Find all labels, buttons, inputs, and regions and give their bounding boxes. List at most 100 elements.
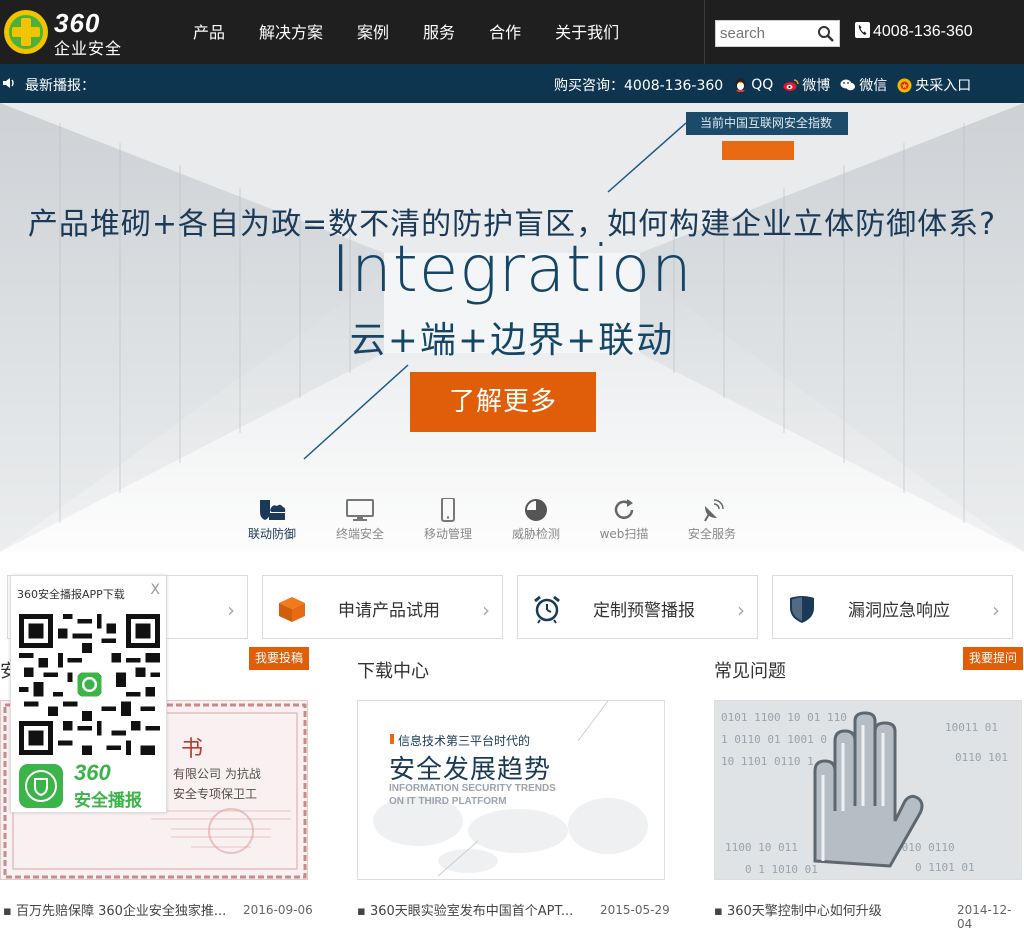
qq-link[interactable]: QQ	[733, 75, 773, 95]
satellite-icon	[704, 499, 724, 522]
card-custom-alert[interactable]: 定制预警播报 ›	[517, 575, 758, 639]
nav-item-services[interactable]: 服务	[406, 0, 472, 64]
thumbnail-title: 安全发展趋势	[389, 755, 552, 785]
weibo-link[interactable]: 微博	[783, 75, 830, 95]
svg-text:0 1101 01: 0 1101 01	[915, 861, 975, 874]
card-label: 定制预警播报	[593, 601, 695, 621]
hero-banner: 当前中国互联网安全指数 产品堆砌+各自为政=数不清的防护盲区，如何构建企业立体防…	[0, 103, 1024, 552]
app-shield-icon	[19, 764, 63, 808]
security-trends-thumbnail[interactable]: 信息技术第三平台时代的 安全发展趋势 INFORMATION SECURITY …	[357, 700, 665, 880]
main-nav: 产品 解决方案 案例 服务 合作 关于我们	[176, 0, 636, 64]
faq-heading: 常见问题	[714, 661, 786, 682]
card-label: 申请产品试用	[338, 601, 440, 621]
feature-label: 威胁检测	[511, 527, 560, 541]
chevron-right-icon: ›	[737, 598, 745, 622]
news-bar: 最新播报： 购买咨询：4008-136-360 QQ 微博 微信 央采入口	[0, 64, 1024, 103]
emblem-icon	[897, 78, 912, 92]
feature-security-service[interactable]: 安全服务	[677, 498, 747, 542]
chevron-right-icon: ›	[227, 598, 235, 622]
feature-mobile-management[interactable]: 移动管理	[413, 498, 483, 542]
nav-item-cases[interactable]: 案例	[340, 0, 406, 64]
news-item-date: 2016-09-06	[243, 903, 313, 917]
alarm-clock-icon	[534, 595, 560, 624]
central-purchase-label: 央采入口	[915, 78, 972, 94]
download-item-date: 2015-05-29	[600, 903, 670, 917]
monitor-icon	[346, 499, 374, 521]
thumbnail-kicker: 信息技术第三平台时代的	[398, 734, 531, 748]
top-phone: 4008-136-360	[855, 22, 973, 41]
certificate-line-2: 安全专项保卫工	[173, 787, 258, 801]
search-icon[interactable]	[816, 24, 836, 44]
weibo-icon	[783, 79, 799, 91]
feature-endpoint-security[interactable]: 终端安全	[325, 498, 395, 542]
faq-thumbnail[interactable]: 0101 1100 10 01 110 1 0110 01 1001 0 10 …	[714, 700, 1022, 880]
refresh-icon	[614, 499, 634, 519]
news-item-title: 百万先赔保障 360企业安全独家推...	[15, 904, 227, 919]
nav-item-products[interactable]: 产品	[176, 0, 242, 64]
search-box	[715, 20, 840, 47]
faq-item-link[interactable]: ▪ 360天擎控制中心如何升级	[714, 900, 882, 919]
app-banner: 360 安全播报	[18, 760, 163, 811]
thumbnail-english-1: INFORMATION SECURITY TRENDS	[389, 783, 556, 794]
feature-threat-detection[interactable]: 威胁检测	[501, 498, 571, 542]
nav-item-solutions[interactable]: 解决方案	[242, 0, 340, 64]
certificate-title: 书	[181, 737, 204, 762]
thumbnail-english-2: ON IT THIRD PLATFORM	[389, 796, 507, 807]
buy-consult[interactable]: 购买咨询：4008-136-360	[554, 75, 723, 95]
logo-text: 企业安全	[54, 39, 123, 58]
feature-linked-defense[interactable]: 联动防御	[237, 498, 307, 542]
download-item-link[interactable]: ▪ 360天眼实验室发布中国首个APT...	[357, 900, 573, 919]
shield-icon	[790, 596, 814, 623]
svg-text:0 1 1010 01: 0 1 1010 01	[745, 863, 818, 876]
certificate-line-1: 有限公司 为抗战	[173, 767, 261, 781]
card-vuln-response[interactable]: 漏洞应急响应 ›	[772, 575, 1013, 639]
feature-label: web扫描	[599, 527, 649, 541]
box-icon	[279, 597, 305, 622]
nav-divider	[704, 0, 705, 64]
close-button[interactable]: X	[150, 582, 160, 598]
nav-item-partners[interactable]: 合作	[472, 0, 538, 64]
svg-text:0110 101: 0110 101	[955, 751, 1008, 764]
app-name: 安全播报	[74, 791, 142, 811]
qq-penguin-icon	[735, 78, 746, 92]
nav-item-about[interactable]: 关于我们	[538, 0, 636, 64]
security-index-bar	[722, 141, 794, 160]
feature-web-scan[interactable]: web扫描	[589, 498, 659, 542]
download-center-heading: 下载中心	[357, 661, 429, 682]
faq-item-date: 2014-12-04	[957, 903, 1012, 931]
card-product-trial[interactable]: 申请产品试用 ›	[262, 575, 503, 639]
logo[interactable]: 360 企业安全	[0, 6, 135, 58]
phone-number: 4008-136-360	[873, 23, 973, 40]
feature-label: 移动管理	[423, 527, 472, 541]
speaker-icon	[3, 78, 14, 88]
binary-cursor-graphic: 0101 1100 10 01 110 1 0110 01 1001 0 10 …	[715, 701, 1021, 879]
news-item-link[interactable]: ▪ 百万先赔保障 360企业安全独家推...	[3, 900, 226, 919]
phone-icon	[855, 22, 870, 38]
threat-pie-icon	[525, 499, 547, 521]
learn-more-button[interactable]: 了解更多	[410, 372, 596, 432]
feature-label: 联动防御	[247, 527, 296, 541]
svg-text:1100 10 011: 1100 10 011	[725, 841, 798, 854]
feature-label: 安全服务	[687, 527, 736, 541]
ask-question-button[interactable]: 我要提问	[963, 647, 1024, 670]
weibo-label: 微博	[802, 78, 831, 94]
hero-subtitle: 云+端+边界+联动	[349, 320, 675, 361]
download-item-title: 360天眼实验室发布中国首个APT...	[369, 904, 574, 919]
svg-text:0101 1100 10 01 110: 0101 1100 10 01 110	[721, 711, 847, 724]
wechat-link[interactable]: 微信	[840, 75, 887, 95]
mobile-icon	[441, 498, 455, 522]
qq-label: QQ	[751, 77, 774, 93]
feature-label: 终端安全	[335, 527, 384, 541]
top-navbar: 360 企业安全 产品 解决方案 案例 服务 合作 关于我们 4008-136-…	[0, 0, 1024, 64]
submit-article-button[interactable]: 我要投稿	[249, 647, 310, 670]
linked-defense-icon	[260, 500, 286, 520]
svg-text:10011 01: 10011 01	[945, 721, 998, 734]
chevron-right-icon: ›	[482, 598, 490, 622]
search-input[interactable]	[716, 21, 816, 46]
security-index-label[interactable]: 当前中国互联网安全指数	[686, 112, 848, 135]
news-label: 最新播报：	[25, 78, 95, 94]
contact-links: 购买咨询：4008-136-360 QQ 微博 微信 央采入口	[554, 75, 971, 95]
svg-text:10 1101 0110 1: 10 1101 0110 1	[721, 755, 814, 768]
central-purchase-link[interactable]: 央采入口	[897, 75, 971, 95]
app-number: 360	[74, 760, 111, 785]
